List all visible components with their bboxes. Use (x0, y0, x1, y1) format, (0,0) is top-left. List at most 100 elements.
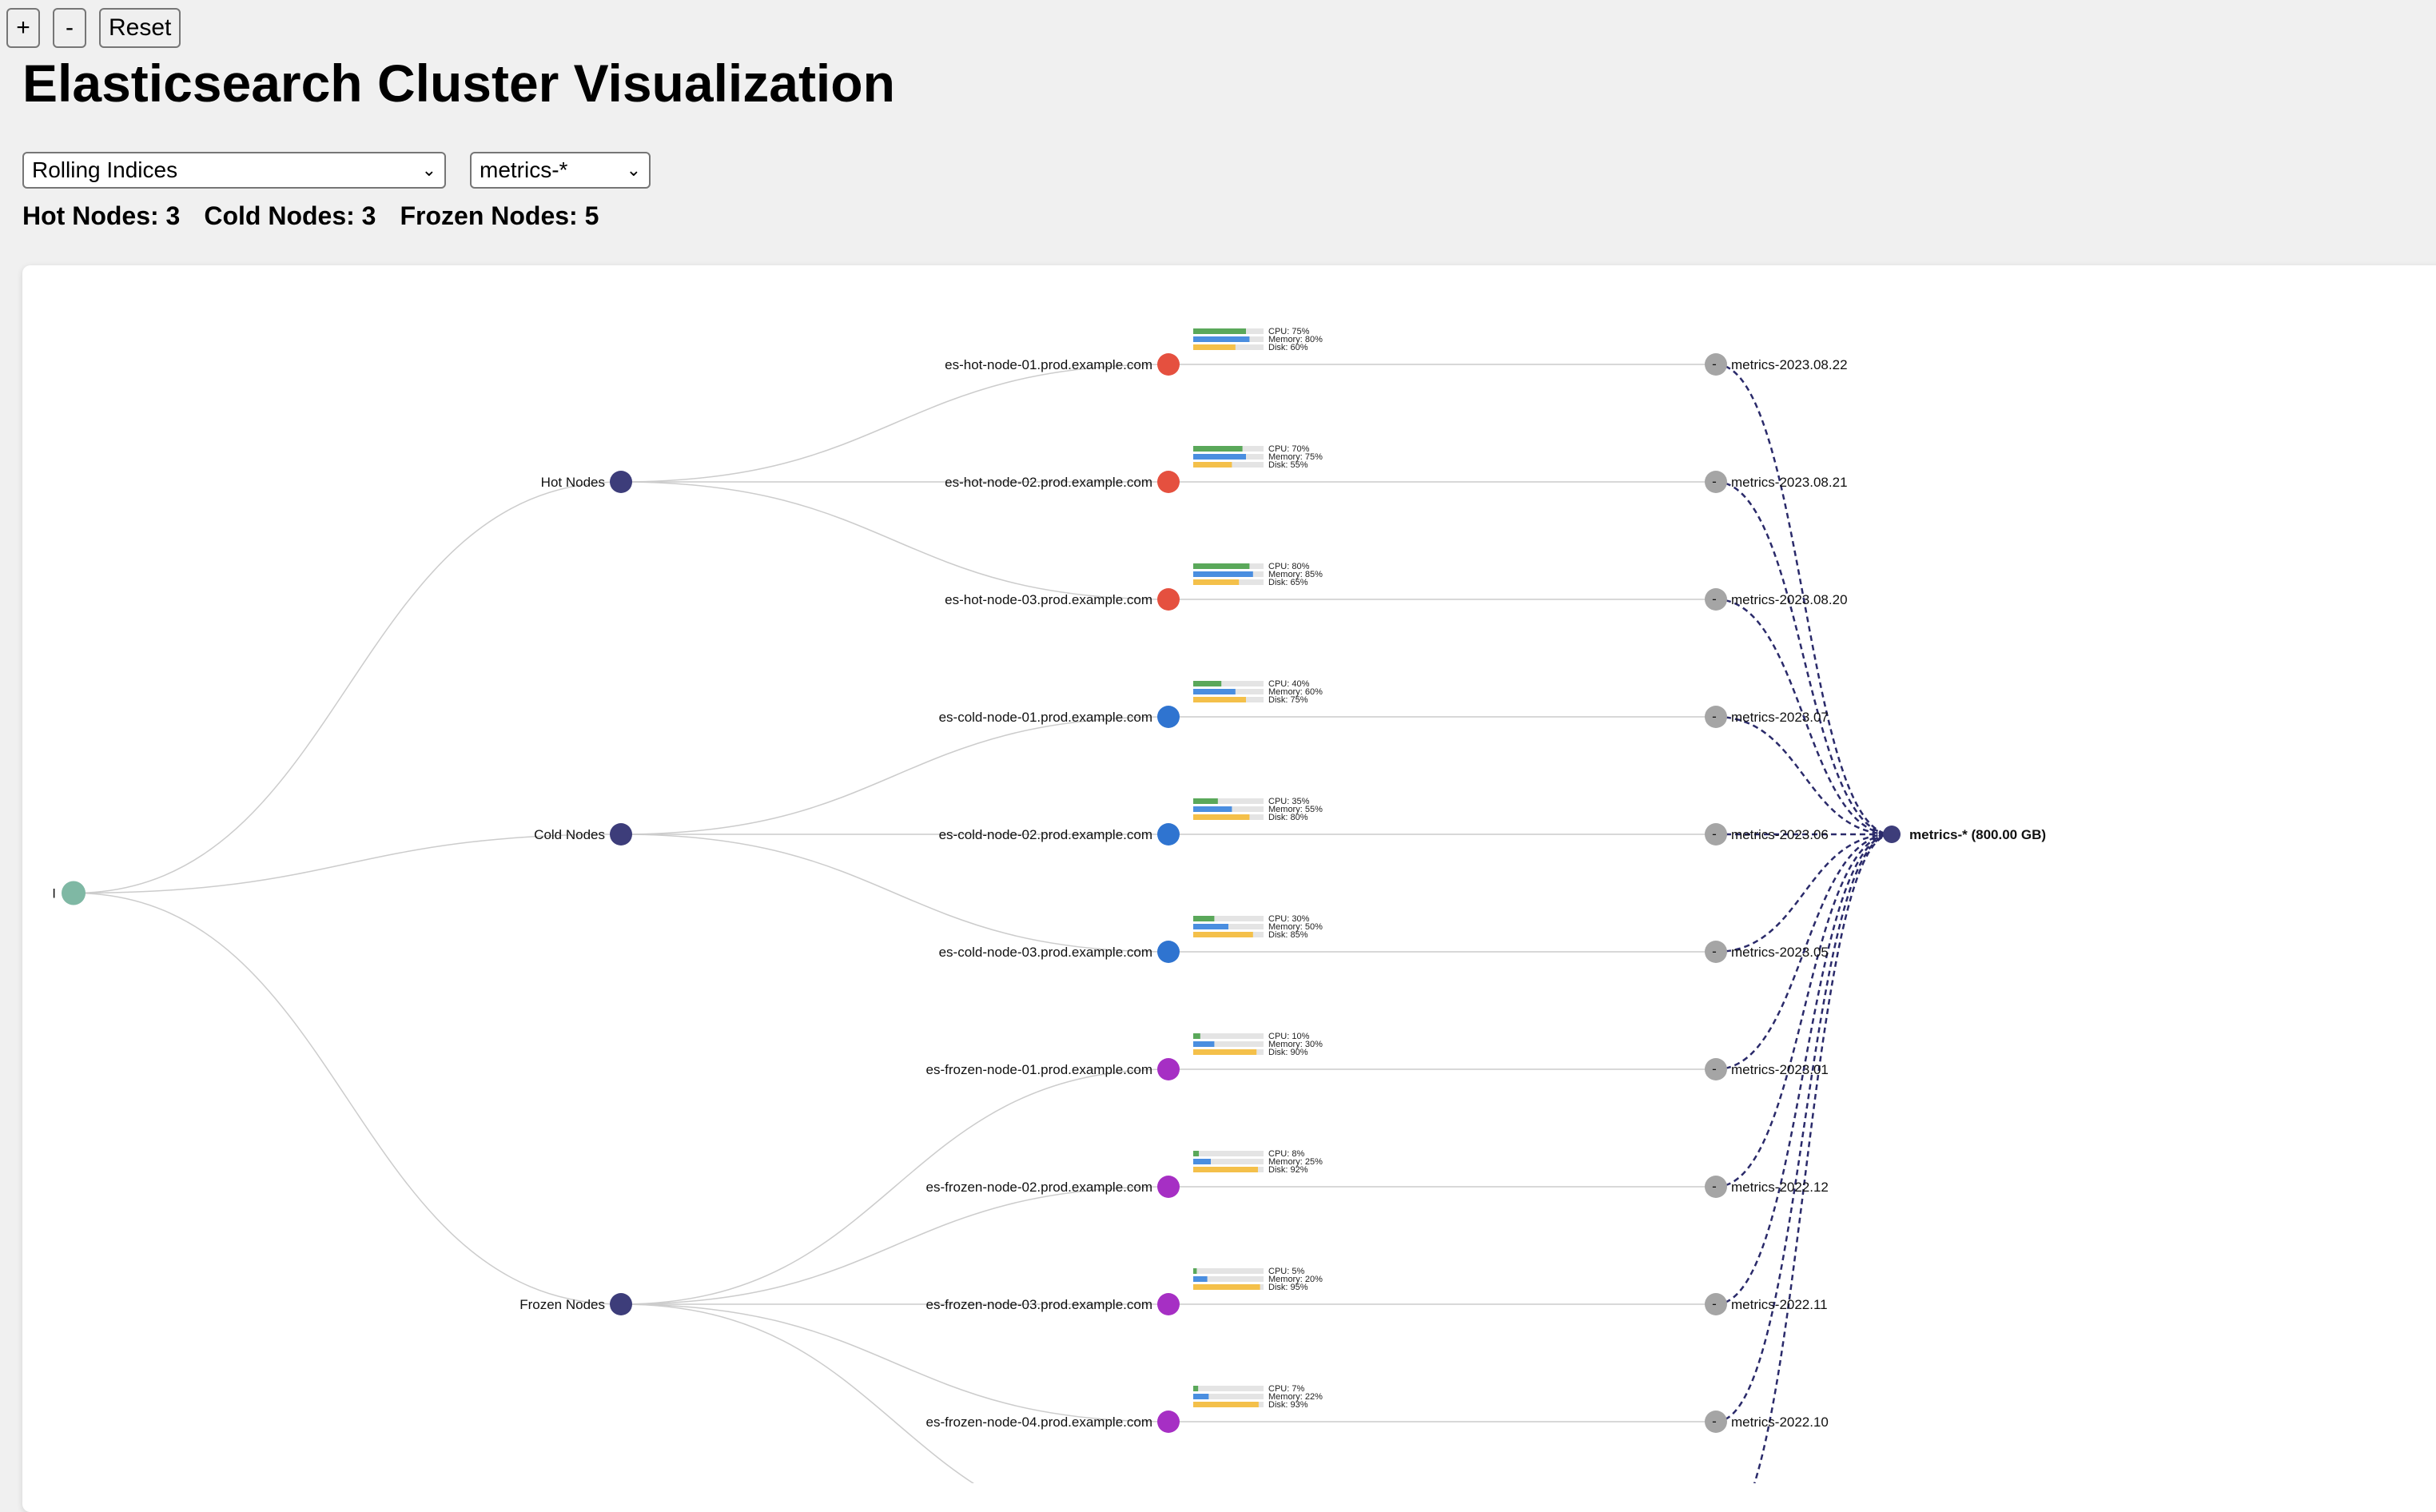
memory-usage-bar (1193, 571, 1253, 577)
index-label: metrics-2022.10 (1731, 1415, 1829, 1430)
cluster-graph-panel[interactable]: I Hot Nodes Cold Nodes Frozen Nodes es-hot-n… (22, 265, 2436, 1512)
data-node-frozen[interactable] (1157, 1176, 1180, 1198)
disk-usage-bar (1193, 579, 1240, 585)
view-mode-value: Rolling Indices (32, 157, 178, 182)
index-node-marker: - (1712, 709, 1717, 724)
data-node-cold[interactable] (1157, 823, 1180, 846)
index-label: metrics-2022.12 (1731, 1180, 1829, 1195)
chevron-down-icon: ⌄ (421, 160, 436, 180)
data-node-label: es-hot-node-02.prod.example.com (945, 475, 1152, 490)
data-node-cold[interactable] (1157, 941, 1180, 963)
tier-node-frozen[interactable] (610, 1293, 632, 1315)
data-node-label: es-frozen-node-03.prod.example.com (926, 1297, 1152, 1312)
cpu-usage-bar (1193, 328, 1246, 334)
index-link (1715, 833, 1893, 1423)
tree-link (73, 892, 622, 1305)
zoom-in-button[interactable]: + (6, 8, 40, 48)
index-pattern-value: metrics-* (480, 157, 568, 182)
disk-usage-bar (1193, 932, 1253, 937)
data-node-hot[interactable] (1157, 588, 1180, 611)
tree-link (620, 1303, 1169, 1422)
tree-link (620, 1303, 975, 1483)
node-counts: Hot Nodes: 3 Cold Nodes: 3 Frozen Nodes:… (22, 201, 599, 231)
disk-usage-bar (1193, 814, 1250, 820)
disk-usage-bar (1193, 1284, 1260, 1290)
index-label: metrics-2023.06 (1731, 827, 1829, 842)
cpu-usage-bar (1193, 1386, 1199, 1391)
data-node-frozen[interactable] (1157, 1058, 1180, 1080)
disk-usage-label: Disk: 65% (1268, 578, 1308, 587)
memory-usage-bar (1193, 1159, 1211, 1164)
tier-label-cold: Cold Nodes (534, 827, 605, 842)
zoom-controls: + - Reset (6, 8, 181, 48)
metric-bar-track (1193, 1151, 1264, 1156)
cold-node-count: Cold Nodes: 3 (204, 201, 376, 230)
cpu-usage-bar (1193, 681, 1222, 686)
tree-link (620, 481, 1169, 600)
memory-usage-bar (1193, 689, 1236, 694)
view-mode-select[interactable]: Rolling Indices ⌄ (22, 152, 446, 189)
data-node-label: es-frozen-node-04.prod.example.com (926, 1415, 1152, 1430)
tier-node-hot[interactable] (610, 471, 632, 493)
cpu-usage-bar (1193, 1033, 1200, 1039)
data-node-label: es-cold-node-03.prod.example.com (939, 945, 1152, 960)
tree-link (620, 834, 1169, 953)
data-node-label: es-frozen-node-01.prod.example.com (926, 1062, 1152, 1077)
index-link (1715, 715, 1893, 836)
index-pattern-select[interactable]: metrics-* ⌄ (470, 152, 651, 189)
chevron-down-icon: ⌄ (626, 160, 641, 180)
filter-bar: Rolling Indices ⌄ metrics-* ⌄ (22, 152, 651, 189)
disk-usage-bar (1193, 1167, 1258, 1172)
reset-button[interactable]: Reset (99, 8, 181, 48)
disk-usage-label: Disk: 92% (1268, 1165, 1308, 1175)
cpu-usage-bar (1193, 446, 1243, 452)
data-node-frozen[interactable] (1157, 1293, 1180, 1315)
zoom-out-button[interactable]: - (53, 8, 86, 48)
disk-usage-bar (1193, 1049, 1257, 1055)
index-link (1715, 480, 1893, 836)
data-node-label: es-hot-node-03.prod.example.com (945, 592, 1152, 607)
tier-node-cold[interactable] (610, 823, 632, 846)
memory-usage-bar (1193, 336, 1250, 342)
disk-usage-label: Disk: 80% (1268, 813, 1308, 822)
cluster-root-label: I (52, 886, 56, 901)
metric-bar-track (1193, 1033, 1264, 1039)
index-pattern-label: metrics-* (800.00 GB) (1909, 827, 2046, 842)
disk-usage-bar (1193, 1402, 1259, 1407)
index-label: metrics-2022.11 (1731, 1297, 1828, 1312)
page-title: Elasticsearch Cluster Visualization (22, 54, 895, 113)
disk-usage-label: Disk: 90% (1268, 1048, 1308, 1057)
metric-bar-track (1193, 1268, 1264, 1274)
data-node-label: es-cold-node-01.prod.example.com (939, 710, 1152, 725)
index-node-marker: - (1712, 1414, 1717, 1429)
tier-label-frozen: Frozen Nodes (519, 1297, 605, 1312)
tier-label-hot: Hot Nodes (541, 475, 605, 490)
cpu-usage-bar (1193, 1151, 1200, 1156)
disk-usage-bar (1193, 462, 1232, 468)
disk-usage-label: Disk: 85% (1268, 930, 1308, 940)
index-node-marker: - (1712, 1179, 1717, 1194)
disk-usage-bar (1193, 697, 1246, 702)
data-node-hot[interactable] (1157, 353, 1180, 376)
disk-usage-label: Disk: 93% (1268, 1400, 1308, 1410)
index-pattern-node[interactable] (1883, 826, 1901, 843)
tree-link (73, 834, 622, 894)
cluster-root-node[interactable] (62, 881, 86, 905)
index-node-marker: - (1712, 944, 1717, 959)
cpu-usage-bar (1193, 1268, 1197, 1274)
metric-bar-track (1193, 1386, 1264, 1391)
index-label: metrics-2023.08.22 (1731, 357, 1848, 372)
data-node-frozen[interactable] (1157, 1411, 1180, 1433)
data-node-hot[interactable] (1157, 471, 1180, 493)
frozen-node-count: Frozen Nodes: 5 (400, 201, 599, 230)
memory-usage-bar (1193, 1041, 1215, 1047)
cluster-graph[interactable]: I Hot Nodes Cold Nodes Frozen Nodes es-hot-n… (22, 265, 2436, 1483)
index-link (1753, 833, 1893, 1483)
index-label: metrics-2023.07 (1731, 710, 1829, 725)
index-node-marker: - (1712, 1061, 1717, 1076)
memory-usage-bar (1193, 806, 1232, 812)
index-label: metrics-2023.08.21 (1731, 475, 1848, 490)
data-node-cold[interactable] (1157, 706, 1180, 728)
index-link (1715, 833, 1893, 953)
index-node-marker: - (1712, 591, 1717, 607)
